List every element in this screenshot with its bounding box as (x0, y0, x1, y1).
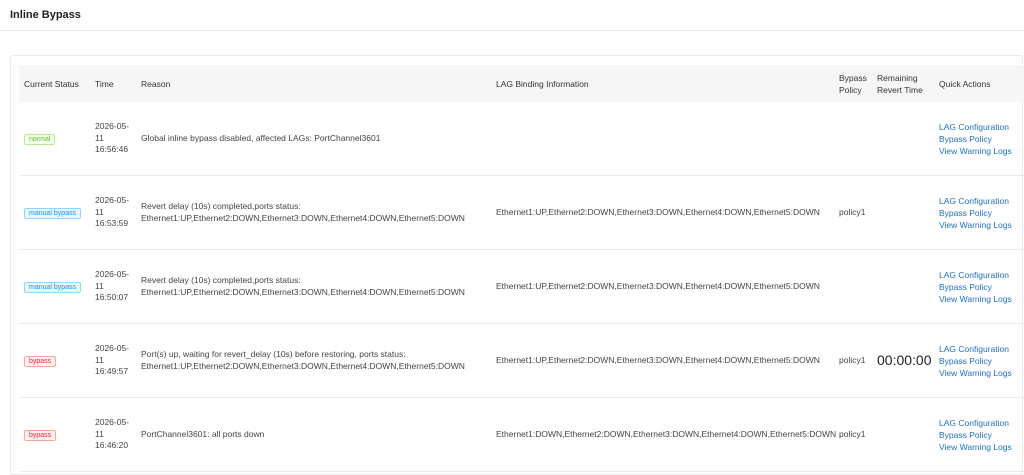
bypass-policy-link[interactable]: Bypass Policy (939, 355, 1024, 367)
lag-configuration-link[interactable]: LAG Configuration (939, 269, 1024, 281)
row-time: 2026-05- 11 16:53:59 (90, 175, 136, 250)
lag-configuration-link[interactable]: LAG Configuration (939, 195, 1024, 207)
row-quick-actions: LAG Configuration Bypass Policy View War… (934, 249, 1024, 324)
bypass-status-card: Current Status Time Reason LAG Binding I… (10, 55, 1024, 475)
row-bypass-policy (834, 249, 872, 324)
column-header-lag-binding[interactable]: LAG Binding Information (491, 65, 834, 102)
page-title: Inline Bypass (10, 9, 81, 21)
row-reason: Global inline bypass disabled, affected … (136, 102, 491, 176)
view-warning-logs-link[interactable]: View Warning Logs (939, 219, 1024, 231)
column-header-bypass-policy[interactable]: Bypass Policy (834, 65, 872, 102)
row-quick-actions: LAG Configuration Bypass Policy View War… (934, 102, 1024, 176)
row-time: 2026-05- 11 16:46:20 (90, 397, 136, 472)
column-header-time[interactable]: Time (90, 65, 136, 102)
row-bypass-policy (834, 102, 872, 176)
table-row: manual bypass 2026-05- 11 16:50:07 Rever… (19, 249, 1024, 324)
lag-configuration-link[interactable]: LAG Configuration (939, 417, 1024, 429)
row-reason: Revert delay (10s) completed,ports statu… (136, 175, 491, 250)
bypass-policy-link[interactable]: Bypass Policy (939, 281, 1024, 293)
row-lag-binding (491, 102, 834, 176)
bypass-policy-link[interactable]: Bypass Policy (939, 207, 1024, 219)
column-header-quick-actions: Quick Actions (934, 65, 1024, 102)
bypass-policy-link[interactable]: Bypass Policy (939, 429, 1024, 441)
view-warning-logs-link[interactable]: View Warning Logs (939, 367, 1024, 379)
table-row: bypass 2026-05- 11 16:49:57 Port(s) up, … (19, 323, 1024, 398)
row-bypass-policy: policy1 (834, 323, 872, 398)
row-remaining-time (872, 102, 934, 176)
row-remaining-time (872, 249, 934, 324)
table-body: normal 2026-05- 11 16:56:46 Global inlin… (19, 102, 1024, 472)
view-warning-logs-link[interactable]: View Warning Logs (939, 441, 1024, 453)
row-remaining-time (872, 397, 934, 472)
row-remaining-time: 00:00:00 (872, 323, 934, 398)
table-row: normal 2026-05- 11 16:56:46 Global inlin… (19, 102, 1024, 176)
row-time: 2026-05- 11 16:49:57 (90, 323, 136, 398)
lag-configuration-link[interactable]: LAG Configuration (939, 121, 1024, 133)
page-header: Inline Bypass (0, 0, 1024, 31)
lag-configuration-link[interactable]: LAG Configuration (939, 343, 1024, 355)
status-badge: manual bypass (24, 281, 82, 293)
table-header-row: Current Status Time Reason LAG Binding I… (19, 65, 1024, 102)
row-lag-binding: Ethernet1:UP,Ethernet2:DOWN,Ethernet3:DO… (491, 323, 834, 398)
bypass-policy-link[interactable]: Bypass Policy (939, 133, 1024, 145)
row-time: 2026-05- 11 16:50:07 (90, 249, 136, 324)
status-badge: bypass (24, 355, 57, 367)
row-bypass-policy: policy1 (834, 175, 872, 250)
row-quick-actions: LAG Configuration Bypass Policy View War… (934, 175, 1024, 250)
row-quick-actions: LAG Configuration Bypass Policy View War… (934, 323, 1024, 398)
column-header-reason[interactable]: Reason (136, 65, 491, 102)
row-lag-binding: Ethernet1:UP,Ethernet2:DOWN,Ethernet3:DO… (491, 175, 834, 250)
row-quick-actions: LAG Configuration Bypass Policy View War… (934, 397, 1024, 472)
column-header-status[interactable]: Current Status (19, 65, 90, 102)
row-lag-binding: Ethernet1:UP,Ethernet2:DOWN,Ethernet3:DO… (491, 249, 834, 324)
view-warning-logs-link[interactable]: View Warning Logs (939, 293, 1024, 305)
status-badge: normal (24, 133, 56, 145)
status-badge: manual bypass (24, 207, 82, 219)
row-reason: PortChannel3601: all ports down (136, 397, 491, 472)
row-remaining-time (872, 175, 934, 250)
row-reason: Revert delay (10s) completed,ports statu… (136, 249, 491, 324)
row-lag-binding: Ethernet1:DOWN,Ethernet2:DOWN,Ethernet3:… (491, 397, 836, 472)
row-time: 2026-05- 11 16:56:46 (90, 102, 136, 176)
bypass-status-table: Current Status Time Reason LAG Binding I… (19, 65, 1024, 472)
row-reason: Port(s) up, waiting for revert_delay (10… (136, 323, 491, 398)
table-row: bypass 2026-05- 11 16:46:20 PortChannel3… (19, 397, 1024, 472)
view-warning-logs-link[interactable]: View Warning Logs (939, 145, 1024, 157)
status-badge: bypass (24, 429, 57, 441)
column-header-remaining-revert-time[interactable]: Remaining Revert Time (872, 65, 934, 102)
row-bypass-policy: policy1 (834, 397, 872, 472)
table-row: manual bypass 2026-05- 11 16:53:59 Rever… (19, 175, 1024, 250)
